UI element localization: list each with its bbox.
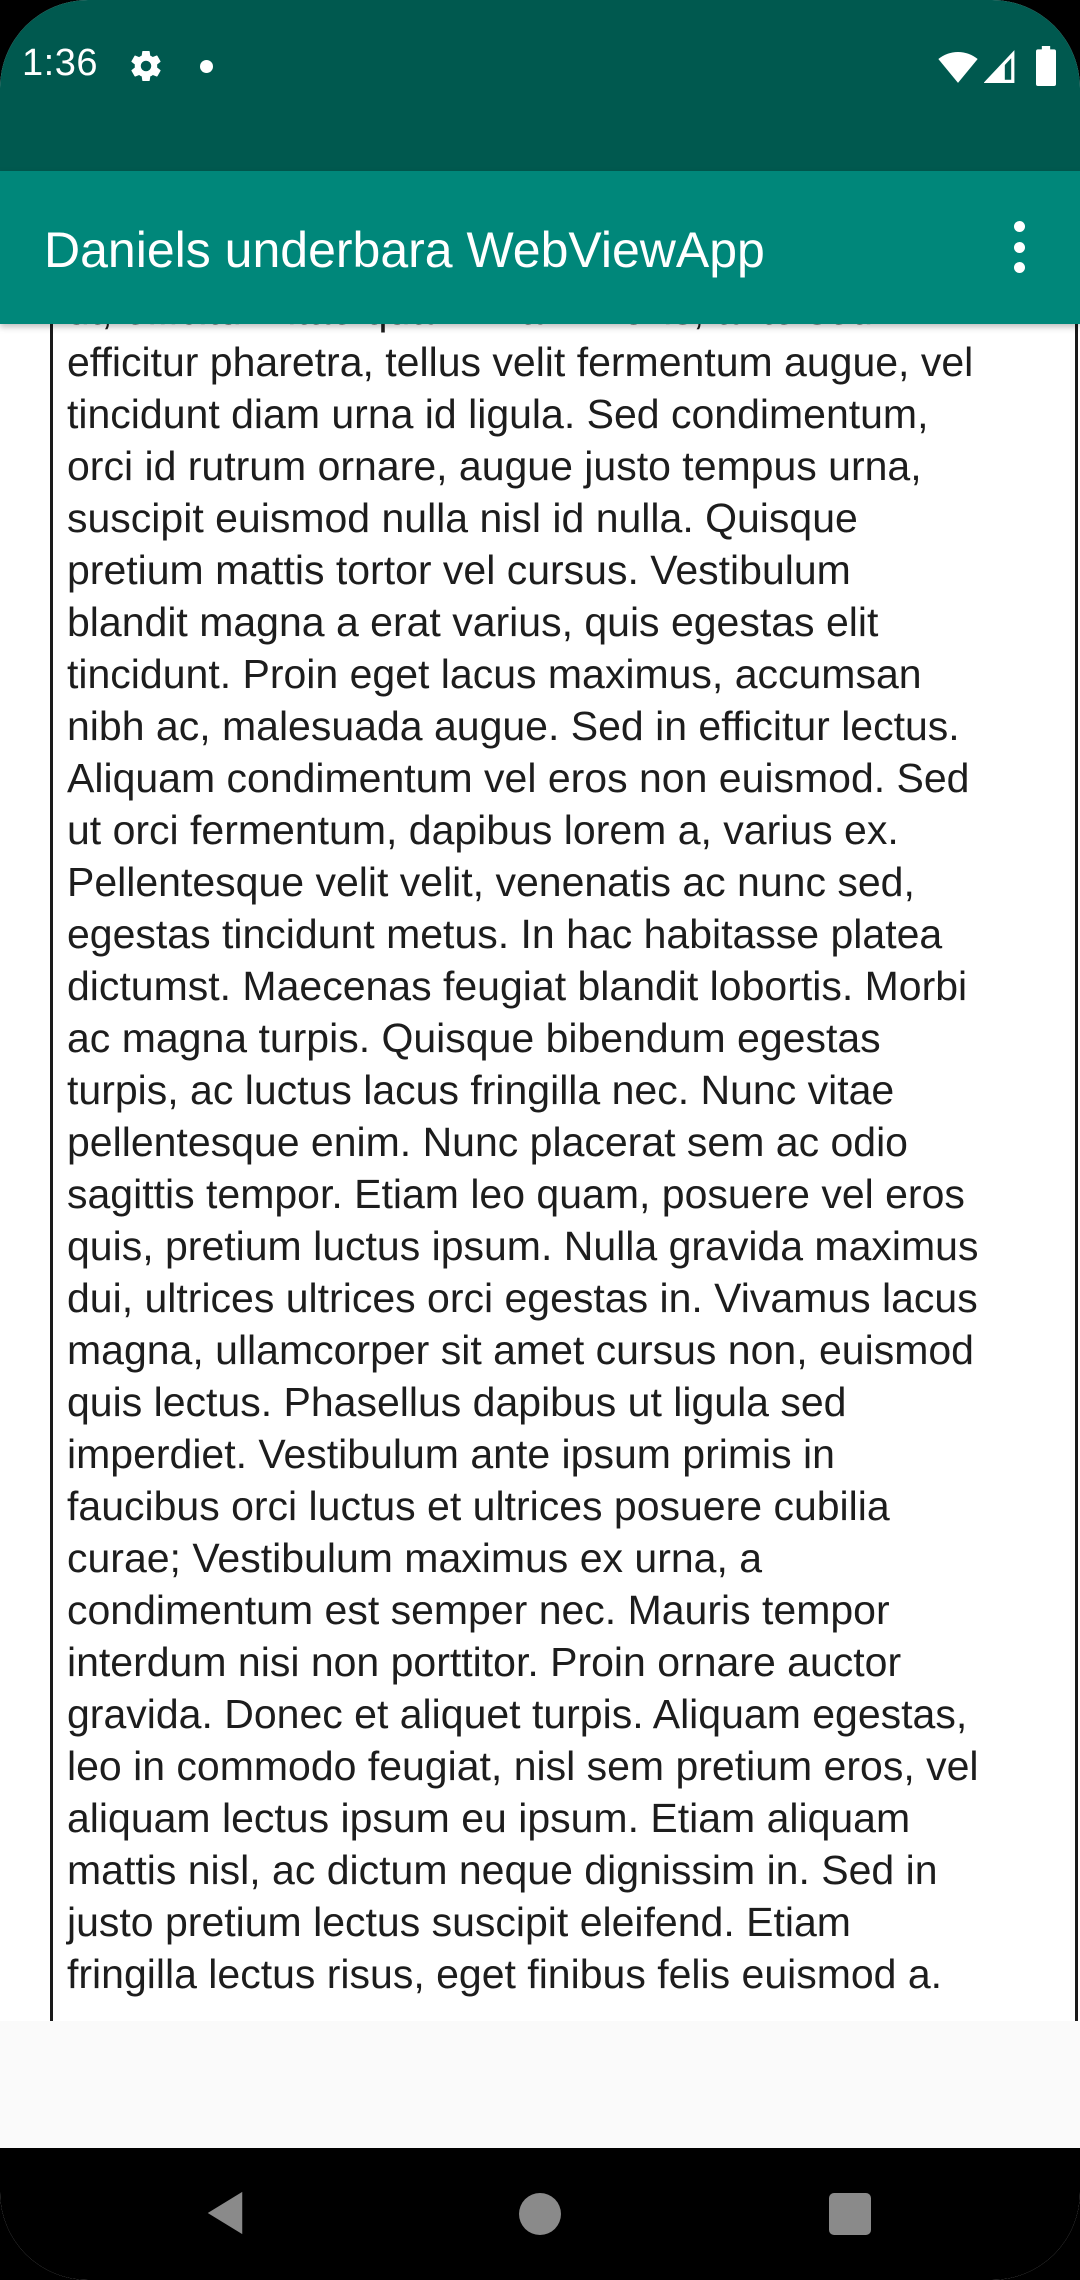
overflow-menu-icon[interactable] [1004,215,1034,279]
text-line: leo in commodo feugiat, nisl sem pretium… [67,1743,979,1789]
settings-gear-icon [131,51,161,82]
battery-icon [1036,46,1056,86]
text-line: condimentum est semper nec. Mauris tempo… [67,1587,890,1633]
text-line: justo pretium lectus suscipit eleifend. … [67,1899,851,1945]
text-line: ac magna turpis. Quisque bibendum egesta… [67,1015,881,1061]
text-line: ut, efficitur vitae quam. Nam mollis, an… [67,324,1061,336]
text-line: pretium mattis tortor vel cursus. Vestib… [67,547,851,593]
cell-signal-icon [984,50,1015,83]
text-line: ut orci fermentum, dapibus lorem a, vari… [67,807,899,853]
text-line: nibh ac, malesuada augue. Sed in efficit… [67,703,960,749]
text-line: curae; Vestibulum maximus ex urna, a [67,1535,763,1581]
webview-content[interactable]: ut, efficitur vitae quam. Nam mollis, an… [0,324,1080,2021]
text-line: magna, ullamcorper sit amet cursus non, … [67,1327,974,1373]
text-line: aliquam lectus ipsum eu ipsum. Etiam ali… [67,1795,911,1841]
empty-footer-area [0,2021,1080,2148]
text-line: mattis nisl, ac dictum neque dignissim i… [67,1847,938,1893]
text-line: dui, ultrices ultrices orci egestas in. … [67,1275,978,1321]
text-line: gravida. Donec et aliquet turpis. Aliqua… [67,1691,968,1737]
text-line: efficitur pharetra, tellus velit ferment… [67,339,974,385]
text-line: imperdiet. Vestibulum ante ipsum primis … [67,1431,835,1477]
navigation-bar [0,2148,1080,2280]
app-title: Daniels underbara WebViewApp [44,222,765,278]
text-line: suscipit euismod nulla nisl id nulla. Qu… [67,495,858,541]
text-line: Aliquam condimentum vel eros non euismod… [67,755,970,801]
status-bar: 1:36 [0,0,1080,171]
phone-screen: 1:36 Daniels underbara WebViewApp ut, ef… [0,0,1080,2280]
text-line: faucibus orci luctus et ultrices posuere… [67,1483,890,1529]
text-line: turpis, ac luctus lacus fringilla nec. N… [67,1067,895,1113]
text-line: blandit magna a erat varius, quis egesta… [67,599,879,645]
text-line: tincidunt diam urna id ligula. Sed condi… [67,391,929,437]
text-line: quis, pretium luctus ipsum. Nulla gravid… [67,1223,979,1269]
notification-dot-icon [200,60,213,73]
recents-icon[interactable] [829,2193,871,2235]
text-line: fringilla lectus risus, eget finibus fel… [67,1951,943,1997]
back-icon[interactable] [205,2190,245,2236]
text-line: quis lectus. Phasellus dapibus ut ligula… [67,1379,847,1425]
status-time: 1:36 [22,42,98,84]
wifi-icon [938,52,978,83]
text-line: Pellentesque velit velit, venenatis ac n… [67,859,915,905]
text-line: sagittis tempor. Etiam leo quam, posuere… [67,1171,965,1217]
text-container: ut, efficitur vitae quam. Nam mollis, an… [50,324,1078,2021]
body-text: ut, efficitur vitae quam. Nam mollis, an… [67,324,1061,2000]
text-line: interdum nisi non porttitor. Proin ornar… [67,1639,902,1685]
text-line: dictumst. Maecenas feugiat blandit lobor… [67,963,968,1009]
text-line: tincidunt. Proin eget lacus maximus, acc… [67,651,922,697]
app-toolbar: Daniels underbara WebViewApp [0,171,1080,324]
home-icon[interactable] [519,2193,561,2235]
text-line: pellentesque enim. Nunc placerat sem ac … [67,1119,908,1165]
text-line: egestas tincidunt metus. In hac habitass… [67,911,943,957]
text-line: orci id rutrum ornare, augue justo tempu… [67,443,922,489]
